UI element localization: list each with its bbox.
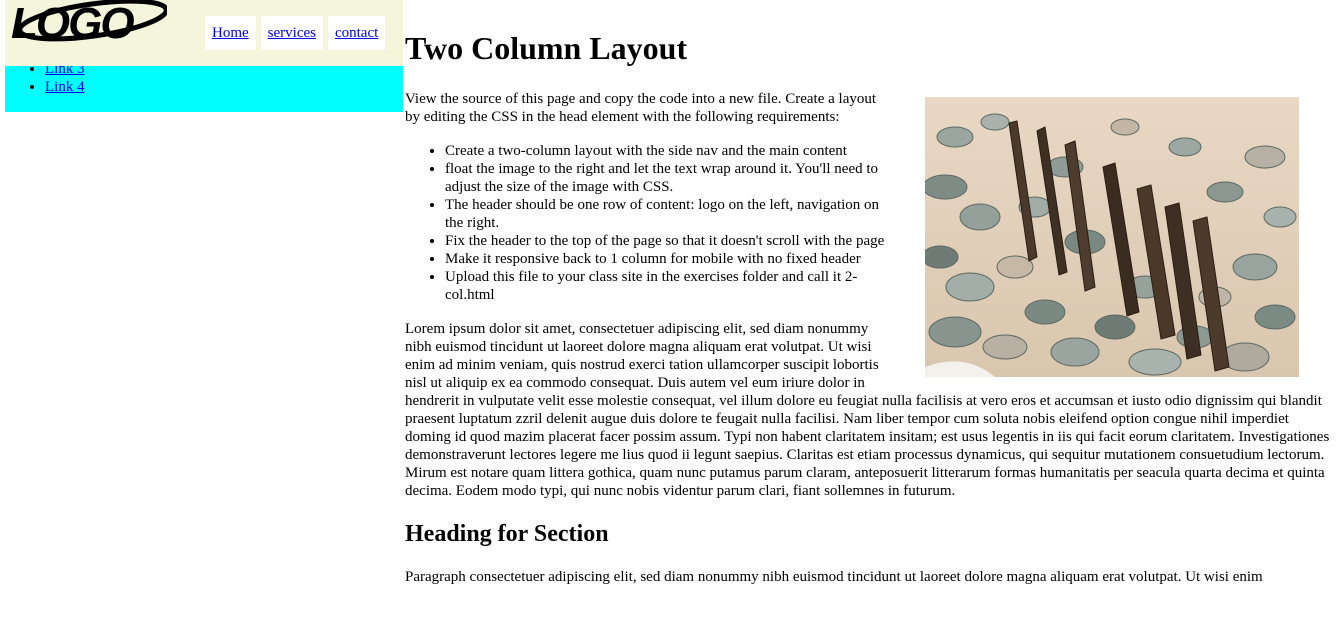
nav-home-link[interactable]: Home [205,16,256,50]
main-content: Two Column Layout View the source of thi… [405,0,1337,602]
logo-icon[interactable]: LOGO [7,0,167,46]
page-title: Two Column Layout [405,30,688,66]
nav-services-link[interactable]: services [260,16,323,50]
site-header: LOGO Home services contact [5,0,403,66]
section-heading: Heading for Section [405,521,609,547]
side-nav-link-4[interactable]: Link 4 [45,79,85,95]
side-nav-item: Link 4 [45,78,85,96]
section-paragraph: Paragraph consectetuer adipiscing elit, … [405,569,1263,585]
nav-contact-link[interactable]: contact [327,16,386,50]
beach-photo-image [925,97,1299,377]
top-nav: Home services contact [205,16,386,50]
svg-text:LOGO: LOGO [11,0,134,46]
